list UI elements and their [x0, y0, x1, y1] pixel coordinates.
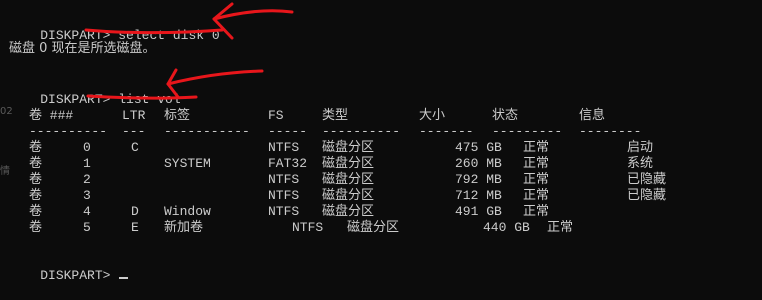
separator-vol: ----------: [29, 124, 108, 139]
background-window-edge: 02 情: [0, 104, 13, 194]
cell-vol-num: 0: [83, 140, 91, 155]
header-type: 类型: [322, 108, 349, 123]
table-row: 卷 0 C NTFS 磁盘分区 475 GB 正常 启动: [0, 140, 762, 156]
edge-glyph: 情: [0, 166, 10, 177]
annotation-arrow-list: [166, 69, 264, 86]
cell-status: 正常: [523, 172, 550, 187]
header-vol: 卷 ###: [29, 108, 74, 123]
cell-type: 磁盘分区: [347, 220, 400, 235]
cell-status: 正常: [523, 140, 550, 155]
cell-ltr: D: [131, 204, 139, 219]
table-row: 卷 4 D Window NTFS 磁盘分区 491 GB 正常: [0, 204, 762, 220]
cell-type: 磁盘分区: [322, 156, 375, 171]
separator-status: ---------: [492, 124, 563, 139]
command-list-vol: list vol: [118, 92, 181, 107]
cell-vol-num: 1: [83, 156, 91, 171]
cell-status: 正常: [523, 156, 550, 171]
cell-vol: 卷: [29, 188, 43, 203]
table-row: 卷 5 E 新加卷 NTFS 磁盘分区 440 GB 正常: [0, 220, 762, 236]
cell-vol-num: 4: [83, 204, 91, 219]
header-status: 状态: [492, 108, 519, 123]
cell-vol-num: 3: [83, 188, 91, 203]
separator-ltr: ---: [122, 124, 146, 139]
edge-glyph: 02: [0, 106, 13, 117]
cell-type: 磁盘分区: [322, 140, 375, 155]
header-label: 标签: [164, 108, 191, 123]
cell-fs: NTFS: [268, 188, 300, 203]
cell-size: 475 GB: [455, 140, 502, 155]
cell-info: 启动: [627, 140, 654, 155]
cell-fs: NTFS: [268, 140, 300, 155]
cell-ltr: C: [131, 140, 139, 155]
cell-ltr: E: [131, 220, 139, 235]
cell-vol-num: 2: [83, 172, 91, 187]
cell-info: 已隐藏: [627, 188, 667, 203]
cell-type: 磁盘分区: [322, 172, 375, 187]
cell-label: Window: [164, 204, 211, 219]
cell-size: 440 GB: [483, 220, 530, 235]
cell-size: 792 MB: [455, 172, 502, 187]
cell-fs: NTFS: [292, 220, 324, 235]
header-fs: FS: [268, 108, 284, 123]
separator-label: -----------: [164, 124, 250, 139]
prompt: DISKPART>: [40, 268, 111, 283]
volume-table-header: 卷 ### LTR 标签 FS 类型 大小 状态 信息: [0, 108, 762, 124]
table-row: 卷 3 NTFS 磁盘分区 712 MB 正常 已隐藏: [0, 188, 762, 204]
cell-fs: NTFS: [268, 172, 300, 187]
cell-vol: 卷: [29, 204, 43, 219]
header-size: 大小: [419, 108, 446, 123]
separator-fs: -----: [268, 124, 308, 139]
cell-info: 系统: [627, 156, 654, 171]
terminal-window[interactable]: DISKPART> select disk 0 磁盘 0 现在是所选磁盘。 DI…: [0, 0, 762, 300]
prompt: DISKPART>: [40, 92, 111, 107]
separator-info: --------: [579, 124, 642, 139]
cell-vol: 卷: [29, 140, 43, 155]
cell-label: 新加卷: [164, 220, 204, 235]
cell-label: SYSTEM: [164, 156, 211, 171]
select-disk-message: 磁盘 0 现在是所选磁盘。: [9, 41, 156, 56]
cell-size: 260 MB: [455, 156, 502, 171]
cell-info: 已隐藏: [627, 172, 667, 187]
cell-vol-num: 5: [83, 220, 91, 235]
cell-vol: 卷: [29, 172, 43, 187]
separator-size: -------: [419, 124, 474, 139]
table-row: 卷 2 NTFS 磁盘分区 792 MB 正常 已隐藏: [0, 172, 762, 188]
cell-type: 磁盘分区: [322, 204, 375, 219]
cell-status: 正常: [523, 204, 550, 219]
cell-status: 正常: [523, 188, 550, 203]
volume-table-separator: ---------- --- ----------- ----- -------…: [0, 124, 762, 140]
cell-status: 正常: [547, 220, 574, 235]
cell-fs: FAT32: [268, 156, 308, 171]
text-cursor: [119, 277, 129, 279]
cell-type: 磁盘分区: [322, 188, 375, 203]
cell-fs: NTFS: [268, 204, 300, 219]
command-line-final[interactable]: DISKPART>: [9, 252, 129, 300]
header-info: 信息: [579, 108, 606, 123]
cell-vol: 卷: [29, 156, 43, 171]
header-ltr: LTR: [122, 108, 146, 123]
cell-vol: 卷: [29, 220, 43, 235]
cell-size: 712 MB: [455, 188, 502, 203]
table-row: 卷 1 SYSTEM FAT32 磁盘分区 260 MB 正常 系统: [0, 156, 762, 172]
annotation-arrow-select: [212, 9, 294, 21]
separator-type: ----------: [322, 124, 401, 139]
cell-size: 491 GB: [455, 204, 502, 219]
